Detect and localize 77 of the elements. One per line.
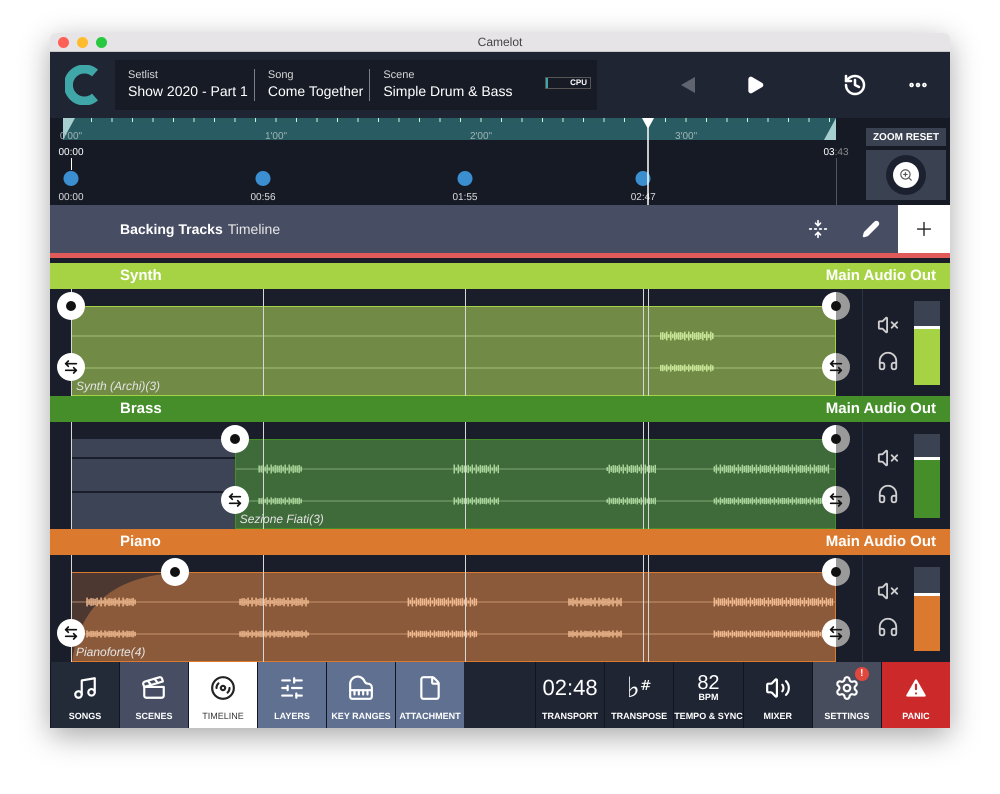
- field-value: Come Together: [268, 83, 364, 101]
- alert-badge: !: [854, 666, 869, 680]
- nav-tab[interactable]: ATTACHMENT: [395, 662, 464, 728]
- field-value: Simple Drum & Bass: [383, 83, 512, 101]
- history-icon[interactable]: [843, 73, 867, 97]
- field-label: Setlist: [128, 69, 159, 84]
- clip-label: Synth (Archi)(3): [76, 378, 160, 395]
- ruler-label: 1'00": [264, 130, 288, 144]
- song-info-panel[interactable]: Setlist Show 2020 - Part 1 Song Come Together Scene Simple Drum & Bass CPU: [115, 60, 597, 110]
- track-output: Main Audio Out: [826, 266, 936, 286]
- section-subtitle: Timeline: [228, 220, 280, 238]
- settings-icon: [834, 674, 860, 700]
- end-time: 03:43: [823, 146, 849, 160]
- clip-handle[interactable]: [161, 558, 190, 586]
- track-header[interactable]: Brass Main Audio Out: [50, 396, 950, 422]
- field-label: Song: [268, 69, 295, 84]
- clapperboard-icon: [141, 674, 167, 700]
- nav-tab[interactable]: KEY RANGES: [326, 662, 395, 728]
- piano-keys-icon: [348, 674, 374, 700]
- window-title: Camelot: [478, 34, 522, 51]
- headphones-icon[interactable]: [877, 616, 899, 638]
- clip-label: Pianoforte(4): [76, 644, 146, 661]
- clip-handle[interactable]: [220, 425, 249, 453]
- clip-handle[interactable]: [57, 292, 85, 320]
- track-output: Main Audio Out: [826, 398, 936, 419]
- sliders-icon: [279, 674, 305, 700]
- toolbar-button[interactable]: PANIC: [880, 662, 950, 728]
- logo-icon: [65, 65, 101, 105]
- volume-meter[interactable]: [914, 566, 940, 650]
- section-title: Backing Tracks: [120, 220, 223, 239]
- disc-icon: [210, 674, 236, 700]
- audio-clip[interactable]: [71, 572, 836, 662]
- marker-time: 01:55: [452, 191, 478, 205]
- field-value: Show 2020 - Part 1: [128, 83, 248, 101]
- ruler-label: 2'00": [470, 130, 492, 144]
- audio-clip[interactable]: [71, 306, 836, 396]
- track-name: Synth: [120, 266, 162, 286]
- track-name: Piano: [120, 532, 161, 552]
- marker-time: 00:00: [58, 191, 84, 205]
- transport-time: 02:48: [542, 676, 598, 698]
- clip-handle[interactable]: [822, 558, 850, 586]
- transpose-symbol: ♭$^{#}$: [626, 674, 652, 702]
- resize-handle[interactable]: [822, 619, 850, 647]
- nav-tab[interactable]: TIMELINE: [188, 662, 257, 728]
- volume-meter[interactable]: [914, 434, 940, 518]
- zoom-reset-button[interactable]: ZOOM RESET: [866, 128, 946, 146]
- zoom-control[interactable]: [866, 150, 946, 200]
- track-name: Brass: [120, 398, 162, 419]
- music-note-icon: [72, 674, 98, 700]
- field-label: Scene: [383, 69, 416, 84]
- resize-handle[interactable]: [822, 353, 850, 381]
- ruler-label: 3'00": [674, 130, 698, 144]
- nav-tab[interactable]: SONGS: [50, 662, 119, 728]
- previous-icon[interactable]: [679, 76, 697, 94]
- cpu-label: CPU: [570, 77, 587, 89]
- edit-icon[interactable]: [862, 220, 880, 238]
- volume-meter[interactable]: [914, 300, 940, 384]
- range-end-marker-icon[interactable]: [824, 118, 836, 140]
- clip-handle[interactable]: [822, 425, 850, 453]
- resize-handle[interactable]: [822, 486, 850, 514]
- nav-tab[interactable]: LAYERS: [257, 662, 326, 728]
- track-output: Main Audio Out: [826, 532, 936, 552]
- resize-handle[interactable]: [57, 619, 85, 647]
- start-time: 00:00: [58, 146, 84, 160]
- audio-clip[interactable]: [234, 439, 836, 529]
- nav-tab[interactable]: SCENES: [119, 662, 188, 728]
- tempo-unit: BPM: [698, 693, 718, 702]
- marker-time: 00:56: [250, 191, 276, 205]
- clip-handle[interactable]: [822, 292, 850, 320]
- toolbar-button[interactable]: ! SETTINGS: [812, 662, 881, 728]
- toolbar-button[interactable]: 82 BPM TEMPO & SYNC: [673, 662, 743, 728]
- zoom-icon: [899, 168, 913, 182]
- collapse-icon[interactable]: [808, 219, 828, 239]
- headphones-icon[interactable]: [877, 350, 899, 372]
- headphones-icon[interactable]: [877, 482, 899, 504]
- tempo-value: 82: [697, 673, 720, 693]
- resize-handle[interactable]: [57, 353, 85, 381]
